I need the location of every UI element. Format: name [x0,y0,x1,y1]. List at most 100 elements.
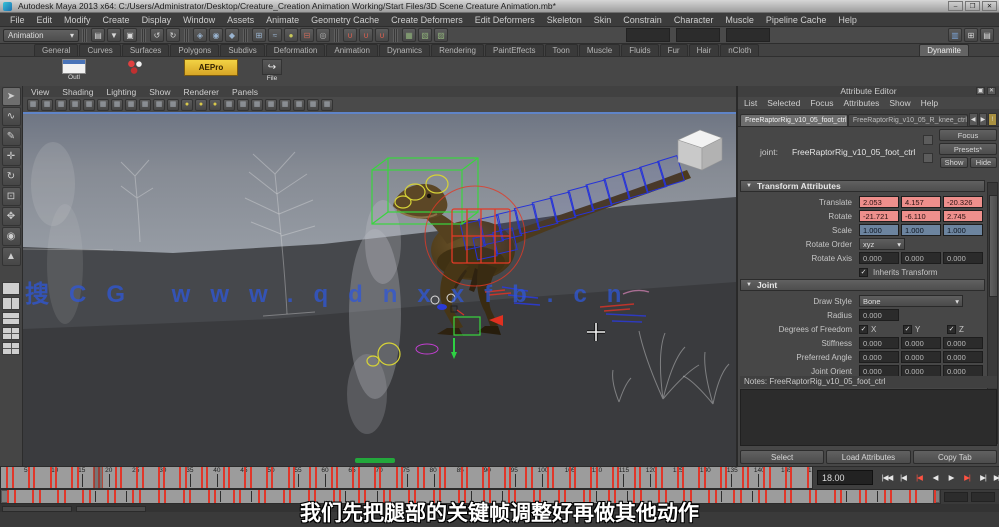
keyframe-tick[interactable] [358,467,360,488]
keyframe-tick[interactable] [114,490,116,503]
group-grip[interactable] [141,29,146,42]
keyframe-tick[interactable] [765,490,767,503]
menu-display[interactable]: Display [136,15,178,25]
radius-field-0[interactable]: 0.000 [859,309,899,321]
keyframe-tick[interactable] [840,490,842,503]
stiffness-field-2[interactable]: 0.000 [943,337,983,349]
shelf-tab-muscle[interactable]: Muscle [579,44,620,56]
rotate-field-1[interactable]: -6.110 [901,210,941,222]
keyframe-tick[interactable] [531,467,533,488]
title-bar[interactable]: Autodesk Maya 2013 x64: C:/Users/Adminis… [0,0,999,13]
keyframe-tick[interactable] [89,490,91,503]
rotate-axis-field-2[interactable]: 0.000 [943,252,983,264]
shelf-tab-animation[interactable]: Animation [326,44,378,56]
current-time-field[interactable]: 18.00 [817,470,873,485]
menu-muscle[interactable]: Muscle [719,15,760,25]
keyframe-tick[interactable] [288,467,290,488]
keyframe-tick[interactable] [525,467,527,488]
keyframe-tick[interactable] [704,467,706,488]
keyframe-tick[interactable] [444,467,446,488]
translate-field-0[interactable]: 2.053 [859,196,899,208]
group-grip[interactable] [243,29,248,42]
presets-button[interactable]: Presets* [939,143,997,155]
keyframe-tick[interactable] [158,467,160,488]
shelf-tab-general[interactable]: General [34,44,78,56]
keyframe-tick[interactable] [634,467,636,488]
two-panes-side-by-side-layout[interactable] [2,297,20,310]
keyframe-tick[interactable] [33,467,35,488]
ipr-render-icon[interactable]: ▧ [418,28,432,42]
keyframe-tick[interactable] [482,467,484,488]
group-grip[interactable] [82,29,87,42]
panel-menu-renderer[interactable]: Renderer [184,87,219,97]
render-current-frame-icon[interactable]: ▦ [402,28,416,42]
shelf-item-outliner[interactable]: Outl [62,59,86,81]
lasso-select-tool[interactable]: ∿ [2,107,21,126]
three-panes-split-top-layout[interactable] [2,327,20,340]
field-chart-icon[interactable]: ▦ [293,99,305,111]
pin-node-icon[interactable] [923,153,933,163]
rotate-field-2[interactable]: 2.745 [943,210,983,222]
menu-character[interactable]: Character [668,15,720,25]
universal-manipulator-tool[interactable]: ✥ [2,207,21,226]
transform-field-0[interactable] [626,28,670,42]
keyframe-tick[interactable] [55,467,57,488]
lock-camera-icon[interactable]: ▦ [41,99,53,111]
next-key-button[interactable]: ▶| [959,469,975,486]
ae-menu-show[interactable]: Show [889,98,910,108]
group-grip[interactable] [393,29,398,42]
shelf-tab-fur[interactable]: Fur [660,44,688,56]
new-scene-icon[interactable]: ▤ [91,28,105,42]
node-name-field[interactable]: FreeRaptorRig_v10_05_foot_ctrl [792,147,915,157]
notes-bar[interactable]: Notes: FreeRaptorRig_v10_05_foot_ctrl [740,376,997,388]
single-pane-layout[interactable] [2,282,20,295]
keyframe-tick[interactable] [865,490,867,503]
keyframe-tick[interactable] [909,490,911,503]
shadows-icon[interactable]: ● [195,99,207,111]
shelf-tab-hair[interactable]: Hair [689,44,720,56]
keyframe-tick[interactable] [466,467,468,488]
keyframe-tick[interactable] [725,467,727,488]
scale-field-0[interactable]: 1.000 [859,224,899,236]
scale-tool[interactable]: ⊡ [2,187,21,206]
camera-attributes-icon[interactable]: ▦ [55,99,67,111]
keyframe-tick[interactable] [206,467,208,488]
focus-button[interactable]: Focus [939,129,997,141]
step-forward-frame-button[interactable]: ▶| [975,469,991,486]
ae-menu-selected[interactable]: Selected [767,98,800,108]
time-slider[interactable]: 5101520253035404550556065707580859095100… [0,466,813,489]
keyframe-tick[interactable] [612,467,614,488]
select-camera-icon[interactable]: ▦ [27,99,39,111]
transform-field-2[interactable] [726,28,770,42]
keyframe-tick[interactable] [784,490,786,503]
ae-tab-freeraptorrig-v10-05-foot-ctrl[interactable]: FreeRaptorRig_v10_05_foot_ctrl [740,114,848,126]
keyframe-tick[interactable] [461,467,463,488]
keyframe-tick[interactable] [698,467,700,488]
rotate-field-0[interactable]: -21.721 [859,210,899,222]
keyframe-tick[interactable] [715,490,717,503]
keyframe-tick[interactable] [859,490,861,503]
snap-to-grid-icon[interactable]: ⊞ [252,28,266,42]
keyframe-tick[interactable] [890,490,892,503]
keyframe-tick[interactable] [50,467,52,488]
keyframe-tick[interactable] [250,467,252,488]
shelf-tab-dynamics[interactable]: Dynamics [379,44,430,56]
keyframe-tick[interactable] [815,490,817,503]
keyframe-tick[interactable] [201,467,203,488]
two-panes-stacked-layout[interactable] [2,312,20,325]
snap-magnet-3-icon[interactable]: ∪ [375,28,389,42]
perspective-viewport[interactable]: ViewShadingLightingShowRendererPanels ▦▦… [23,86,736,466]
end-frame-field[interactable] [971,492,995,502]
keyframe-tick[interactable] [28,467,30,488]
show-manipulator-tool[interactable]: ▲ [2,247,21,266]
transform-field-1[interactable] [676,28,720,42]
keyframe-tick[interactable] [57,490,59,503]
keyframe-tick[interactable] [509,467,511,488]
help-line-stub[interactable] [76,506,146,512]
menu-create[interactable]: Create [97,15,136,25]
keyframe-tick[interactable] [12,467,14,488]
ae-menu-help[interactable]: Help [921,98,938,108]
smooth-shade-all-icon[interactable]: ▦ [139,99,151,111]
shelf-tab-fluids[interactable]: Fluids [621,44,658,56]
stiffness-field-0[interactable]: 0.000 [859,337,899,349]
